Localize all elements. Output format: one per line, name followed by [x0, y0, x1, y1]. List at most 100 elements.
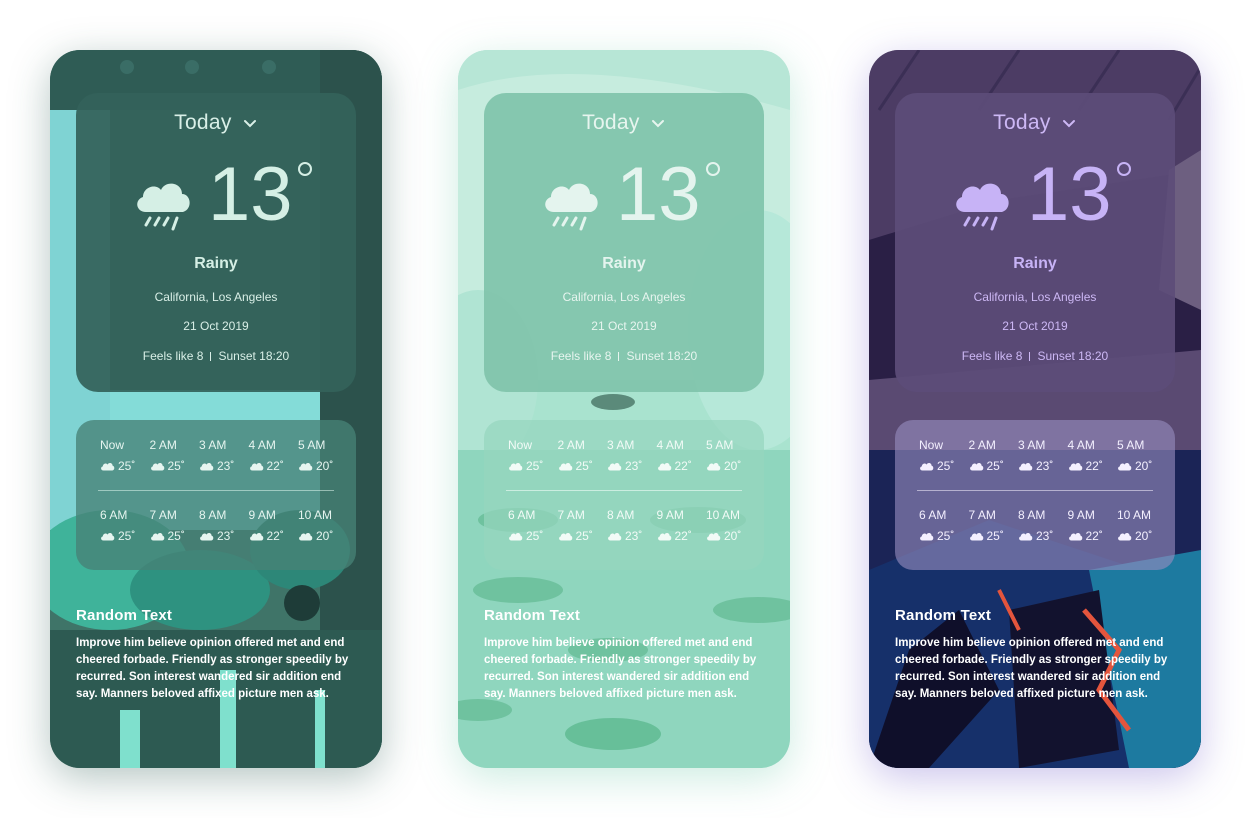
hour-temperature: 23˚ [607, 529, 657, 543]
hourly-forecast-card[interactable]: Now 25˚ 2 AM 25˚ 3 AM 23˚ 4 AM 22˚ 5 AM 20˚ 6 AM 2… [76, 420, 356, 570]
hour-temperature-value: 23˚ [217, 459, 235, 473]
degree-symbol [1117, 162, 1131, 176]
condition-label: Rainy [194, 255, 238, 272]
sunset-label: Sunset 18:20 [1037, 349, 1109, 363]
hour-label: 10 AM [298, 508, 333, 522]
cloud-icon [200, 532, 214, 541]
period-selector[interactable]: Today [895, 111, 1175, 135]
hour-temperature: 20˚ [298, 529, 348, 543]
cloud-icon [1068, 462, 1082, 471]
hour-temperature-value: 20˚ [724, 529, 742, 543]
cloud-icon [299, 532, 313, 541]
cloud-icon [920, 532, 934, 541]
hour-label: 3 AM [1018, 438, 1046, 452]
hour-temperature-value: 25˚ [526, 459, 544, 473]
date-label: 21 Oct 2019 [183, 319, 249, 333]
hourly-forecast-item: 3 AM 23˚ [1018, 438, 1068, 473]
period-selector[interactable]: Today [76, 111, 356, 135]
hour-label: 6 AM [508, 508, 536, 522]
hourly-forecast-item: 10 AM 20˚ [1117, 508, 1167, 543]
hour-temperature: 23˚ [1018, 529, 1068, 543]
hour-temperature-value: 22˚ [674, 529, 692, 543]
cloud-icon [101, 532, 115, 541]
current-weather-card: Today 13 Rainy California, Los Angeles 2… [76, 93, 356, 392]
period-selector[interactable]: Today [484, 111, 764, 135]
temperature-value: 13 [616, 152, 701, 237]
cloud-icon [509, 462, 523, 471]
cloud-icon [707, 532, 721, 541]
hourly-forecast-item: 3 AM 23˚ [607, 438, 657, 473]
hour-temperature: 25˚ [508, 529, 558, 543]
temperature-value: 13 [208, 152, 293, 237]
current-weather-card: Today 13 Rainy California, Los Angeles 2… [895, 93, 1175, 392]
hour-temperature-value: 20˚ [1135, 459, 1153, 473]
hour-temperature-value: 22˚ [266, 529, 284, 543]
hour-temperature: 25˚ [919, 529, 969, 543]
chevron-down-icon [1062, 120, 1075, 128]
weather-screen-teal: Today 13 Rainy California, Los Angeles 2… [50, 50, 382, 768]
hourly-forecast-item: 10 AM 20˚ [706, 508, 756, 543]
hourly-forecast-card[interactable]: Now 25˚ 2 AM 25˚ 3 AM 23˚ 4 AM 22˚ 5 AM 20˚ 6 AM 2… [484, 420, 764, 570]
hour-temperature-value: 25˚ [118, 529, 136, 543]
hour-label: 2 AM [149, 438, 177, 452]
cloud-icon [249, 462, 263, 471]
cloud-icon [299, 462, 313, 471]
hourly-forecast-card[interactable]: Now 25˚ 2 AM 25˚ 3 AM 23˚ 4 AM 22˚ 5 AM 20˚ 6 AM 2… [895, 420, 1175, 570]
feels-like-label: Feels like 8 [961, 349, 1023, 363]
hour-label: 2 AM [557, 438, 585, 452]
details-row: Feels like 8 Sunset 18:20 [895, 349, 1175, 363]
condition-label: Rainy [1013, 255, 1057, 272]
current-weather-card: Today 13 Rainy California, Los Angeles 2… [484, 93, 764, 392]
hourly-forecast-item: Now 25˚ [919, 438, 969, 473]
random-text-section: Random Text Improve him believe opinion … [484, 607, 764, 703]
period-label: Today [582, 111, 640, 134]
hour-temperature-value: 25˚ [167, 529, 185, 543]
section-title: Random Text [76, 607, 173, 624]
cloud-icon [509, 532, 523, 541]
hour-label: 8 AM [1018, 508, 1046, 522]
hourly-forecast-item: 5 AM 20˚ [298, 438, 348, 473]
hourly-forecast-item: 9 AM 22˚ [1068, 508, 1118, 543]
hour-temperature-value: 23˚ [217, 529, 235, 543]
weather-screen-purple: Today 13 Rainy California, Los Angeles 2… [869, 50, 1201, 768]
hour-temperature: 25˚ [100, 529, 150, 543]
cloud-icon [969, 462, 983, 471]
section-title: Random Text [895, 607, 992, 624]
hour-temperature: 25˚ [100, 459, 150, 473]
hour-label: 5 AM [706, 438, 734, 452]
divider [506, 490, 742, 491]
hour-temperature-value: 25˚ [575, 529, 593, 543]
sunset-label: Sunset 18:20 [218, 349, 290, 363]
hour-temperature: 25˚ [969, 459, 1019, 473]
hour-temperature: 25˚ [558, 459, 608, 473]
cloud-icon [1019, 462, 1033, 471]
hour-temperature: 23˚ [199, 459, 249, 473]
hourly-forecast-item: 8 AM 23˚ [199, 508, 249, 543]
hour-temperature-value: 22˚ [266, 459, 284, 473]
hourly-forecast-item: 9 AM 22˚ [249, 508, 299, 543]
hour-temperature-value: 23˚ [1036, 459, 1054, 473]
hour-label: 9 AM [656, 508, 684, 522]
cloud-icon [657, 532, 671, 541]
hour-temperature: 25˚ [508, 459, 558, 473]
cloud-icon [200, 462, 214, 471]
divider [917, 490, 1153, 491]
cloud-icon [707, 462, 721, 471]
hourly-forecast-item: 9 AM 22˚ [657, 508, 707, 543]
hour-temperature-value: 20˚ [724, 459, 742, 473]
hour-label: 9 AM [248, 508, 276, 522]
section-body: Improve him believe opinion offered met … [76, 637, 349, 700]
hourly-forecast-item: 4 AM 22˚ [657, 438, 707, 473]
location-label: California, Los Angeles [973, 290, 1097, 304]
divider [1029, 352, 1031, 362]
hour-label: 5 AM [298, 438, 326, 452]
hour-label: 4 AM [248, 438, 276, 452]
hourly-forecast-item: 10 AM 20˚ [298, 508, 348, 543]
hour-temperature: 25˚ [150, 529, 200, 543]
cloud-icon [969, 532, 983, 541]
hour-label: 3 AM [199, 438, 227, 452]
cloud-icon [150, 532, 164, 541]
hour-label: 4 AM [1067, 438, 1095, 452]
hourly-forecast-item: 6 AM 25˚ [508, 508, 558, 543]
hour-label: 3 AM [607, 438, 635, 452]
